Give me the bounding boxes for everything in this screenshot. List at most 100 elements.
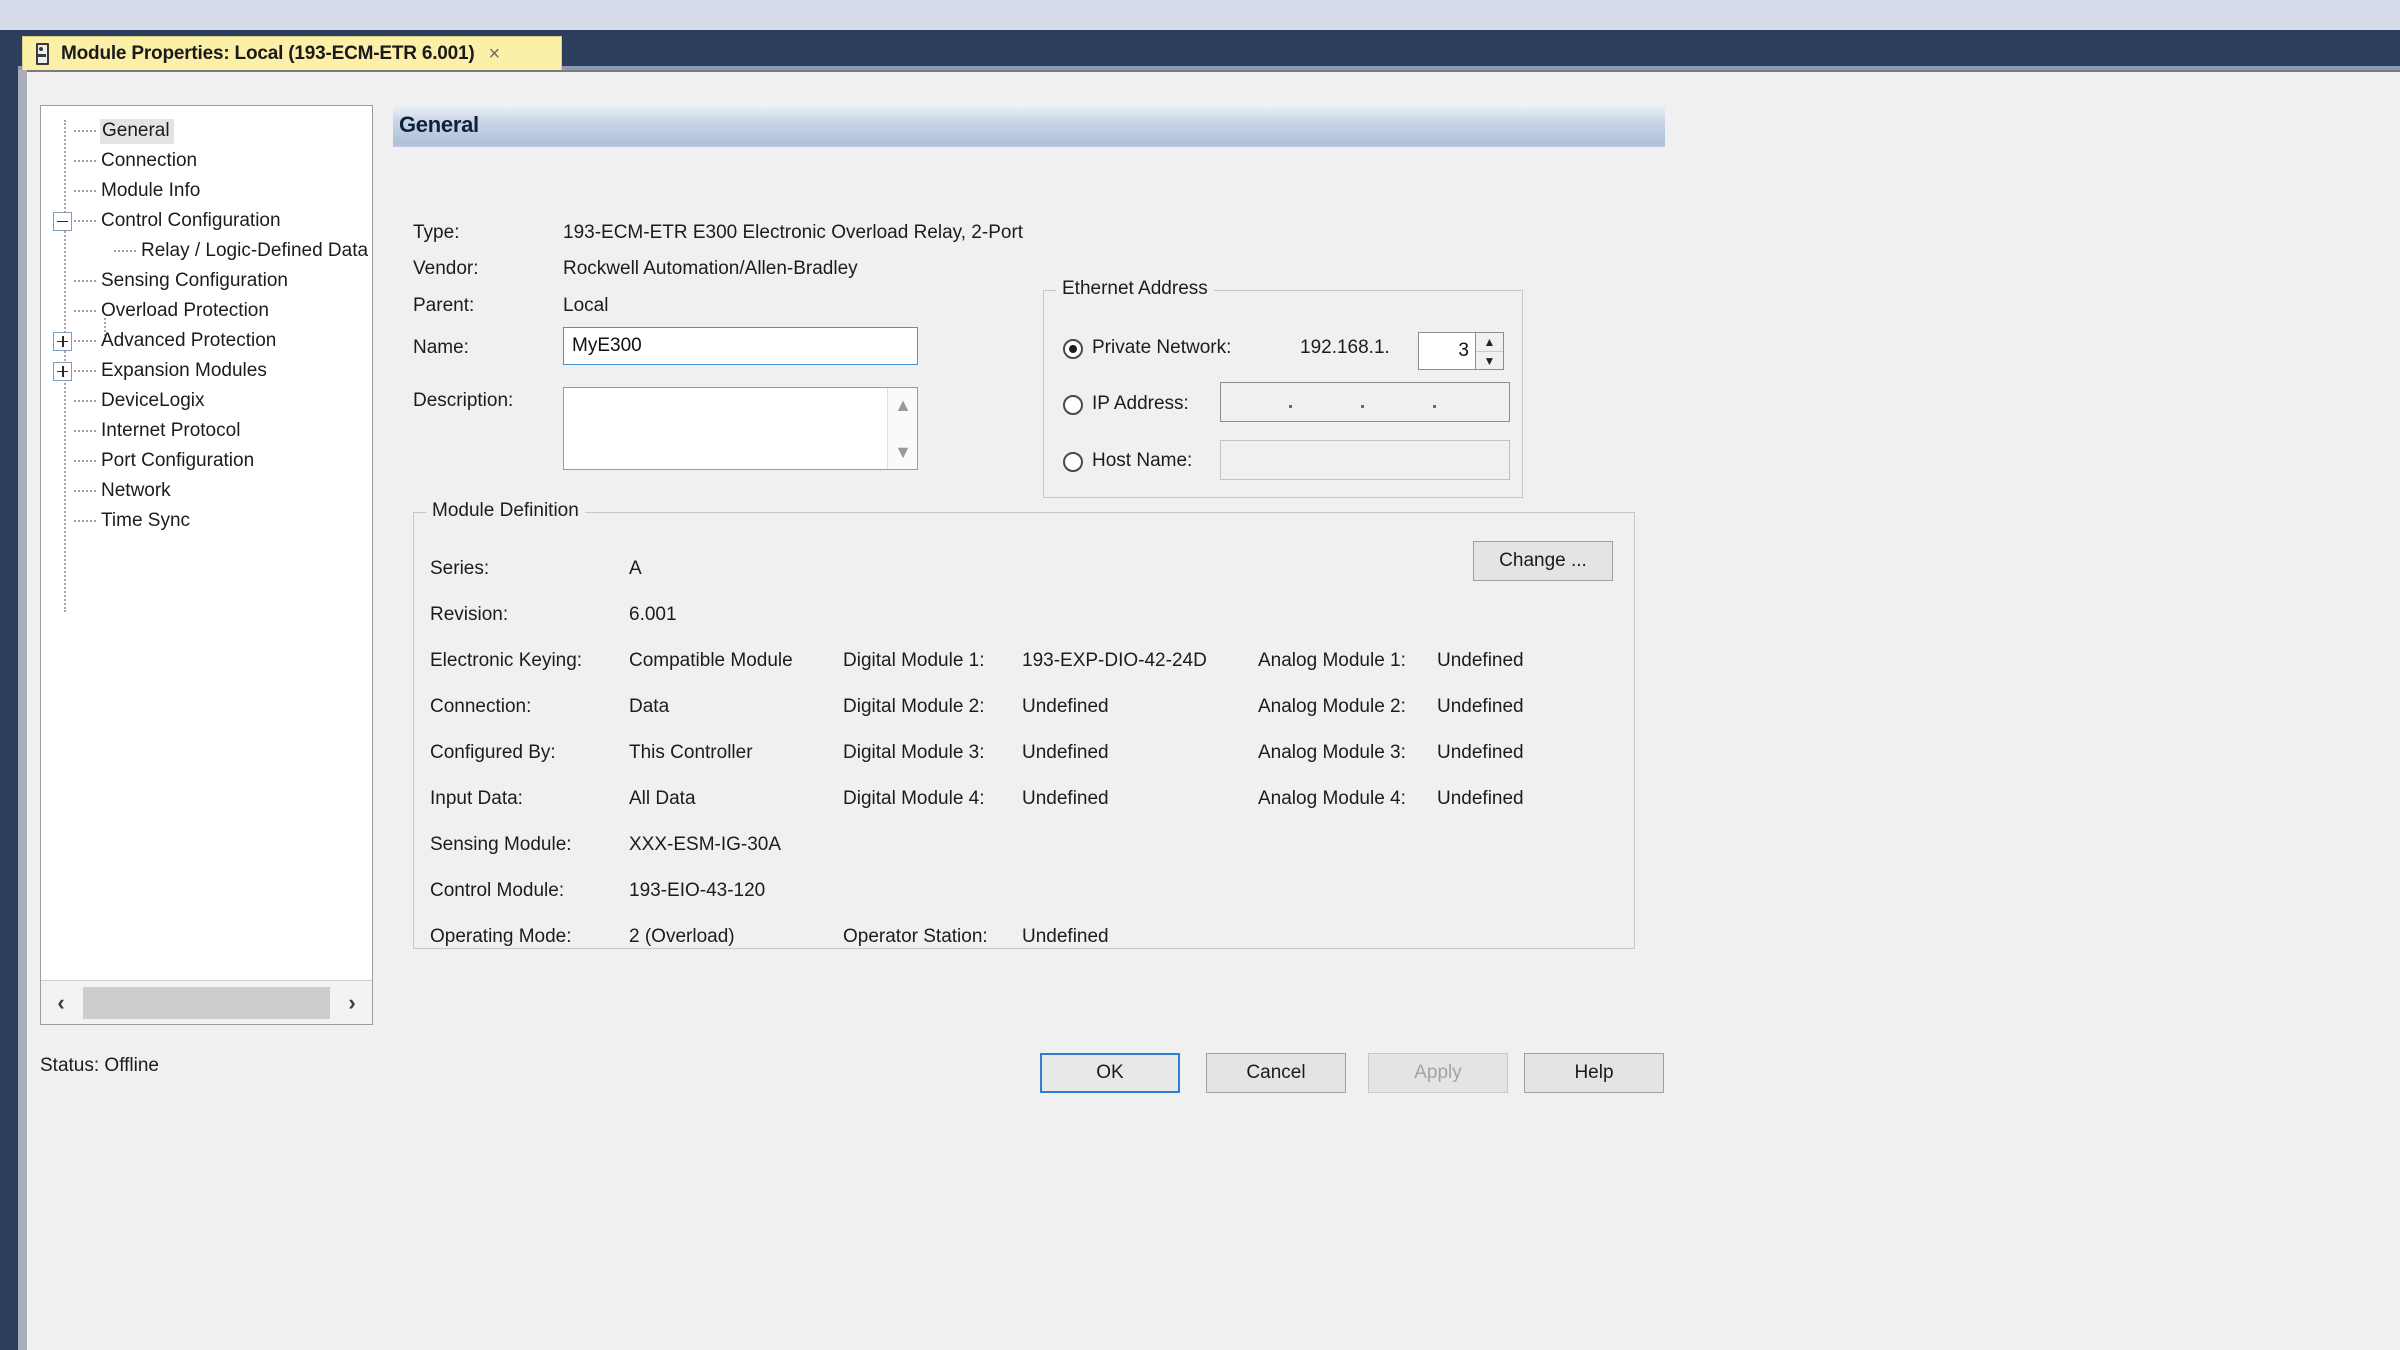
tree-item-module-info[interactable]: Module Info bbox=[41, 176, 372, 206]
tree-item-port-configuration[interactable]: Port Configuration bbox=[41, 446, 372, 476]
moddef-value-col1-6: XXX-ESM-IG-30A bbox=[629, 834, 782, 855]
expand-icon[interactable] bbox=[53, 361, 72, 381]
radio-private-network[interactable] bbox=[1063, 339, 1083, 359]
tree-item-label: Port Configuration bbox=[101, 450, 255, 471]
moddef-value-col2-0: 193-EXP-DIO-42-24D bbox=[1022, 650, 1207, 671]
expand-icon[interactable] bbox=[53, 331, 72, 351]
moddef-value-col1-5: All Data bbox=[629, 788, 696, 809]
name-input-value: MyE300 bbox=[572, 335, 642, 356]
moddef-label-col1-4: Configured By: bbox=[430, 742, 556, 763]
tree-item-label: DeviceLogix bbox=[101, 390, 205, 411]
navigation-tree[interactable]: General Connection Module Info Control Conf… bbox=[40, 105, 373, 1025]
moddef-label-col1-7: Control Module: bbox=[430, 880, 565, 901]
moddef-value-col1-0: A bbox=[629, 558, 642, 579]
parent-label: Parent: bbox=[413, 295, 475, 316]
octet-spinner[interactable]: ▲ ▼ bbox=[1476, 332, 1504, 370]
cancel-button[interactable]: Cancel bbox=[1206, 1053, 1346, 1093]
spinner-up-icon[interactable]: ▲ bbox=[1476, 333, 1503, 352]
tree-toggle-spacer bbox=[53, 512, 74, 531]
tree-viewport: General Connection Module Info Control Conf… bbox=[41, 106, 372, 978]
tree-toggle-spacer bbox=[53, 422, 74, 441]
scroll-right-icon[interactable]: › bbox=[332, 981, 372, 1024]
tree-item-devicelogix[interactable]: DeviceLogix bbox=[41, 386, 372, 416]
close-icon[interactable]: × bbox=[489, 44, 501, 64]
moddef-value-col1-8: 2 (Overload) bbox=[629, 926, 735, 947]
spinner-down-icon[interactable]: ▼ bbox=[1476, 352, 1503, 370]
description-label: Description: bbox=[413, 390, 514, 411]
scroll-left-icon[interactable]: ‹ bbox=[41, 981, 81, 1024]
tree-item-connection[interactable]: Connection bbox=[41, 146, 372, 176]
tree-item-relay-logic-defined-data[interactable]: Relay / Logic-Defined Data bbox=[41, 236, 372, 266]
tree-item-network[interactable]: Network bbox=[41, 476, 372, 506]
vendor-value: Rockwell Automation/Allen-Bradley bbox=[563, 258, 858, 279]
moddef-label-col1-2: Electronic Keying: bbox=[430, 650, 583, 671]
tree-item-label: Overload Protection bbox=[101, 300, 269, 321]
host-name-label: Host Name: bbox=[1092, 450, 1193, 471]
moddef-value-col3-3: Undefined bbox=[1437, 788, 1524, 809]
tree-horizontal-scrollbar[interactable]: ‹ › bbox=[41, 980, 372, 1024]
tree-item-control-configuration[interactable]: Control Configuration bbox=[41, 206, 372, 236]
ok-button[interactable]: OK bbox=[1040, 1053, 1180, 1093]
ip-address-label: IP Address: bbox=[1092, 393, 1189, 414]
document-tab[interactable]: Module Properties: Local (193-ECM-ETR 6.… bbox=[22, 36, 562, 70]
moddef-label-col2-1: Digital Module 2: bbox=[843, 696, 985, 717]
moddef-value-col1-7: 193-EIO-43-120 bbox=[629, 880, 766, 901]
tree-item-overload-protection[interactable]: Overload Protection bbox=[41, 296, 372, 326]
help-button[interactable]: Help bbox=[1524, 1053, 1664, 1093]
chevron-down-icon[interactable]: ▼ bbox=[888, 439, 918, 465]
moddef-value-col3-0: Undefined bbox=[1437, 650, 1524, 671]
module-definition-group: Module Definition bbox=[413, 500, 1635, 949]
tree-item-internet-protocol[interactable]: Internet Protocol bbox=[41, 416, 372, 446]
ethernet-group-title: Ethernet Address bbox=[1056, 278, 1214, 300]
change-button[interactable]: Change ... bbox=[1473, 541, 1613, 581]
tree-item-label: Expansion Modules bbox=[101, 360, 267, 381]
ip-address-input[interactable] bbox=[1220, 382, 1510, 422]
moddef-value-col2-2: Undefined bbox=[1022, 742, 1109, 763]
tree-item-label: General bbox=[100, 118, 174, 144]
name-input[interactable]: MyE300 bbox=[563, 327, 918, 365]
tree-list: General Connection Module Info Control Conf… bbox=[41, 106, 372, 536]
tree-toggle-spacer bbox=[53, 152, 74, 171]
moddef-value-col3-1: Undefined bbox=[1437, 696, 1524, 717]
tree-item-label: Advanced Protection bbox=[101, 330, 277, 351]
moddef-label-col2-0: Digital Module 1: bbox=[843, 650, 985, 671]
tree-item-time-sync[interactable]: Time Sync bbox=[41, 506, 372, 536]
apply-button: Apply bbox=[1368, 1053, 1508, 1093]
tree-item-label: Relay / Logic-Defined Data bbox=[141, 240, 369, 261]
radio-ip-address[interactable] bbox=[1063, 395, 1083, 415]
tree-toggle-spacer bbox=[53, 122, 74, 141]
collapse-icon[interactable] bbox=[53, 211, 72, 231]
description-textarea[interactable]: ▲ ▼ bbox=[563, 387, 918, 470]
description-scrollbar[interactable]: ▲ ▼ bbox=[887, 388, 917, 469]
tree-item-expansion-modules[interactable]: Expansion Modules bbox=[41, 356, 372, 386]
moddef-label-col3-3: Analog Module 4: bbox=[1258, 788, 1406, 809]
tree-connector bbox=[74, 490, 96, 492]
moddef-label-col1-3: Connection: bbox=[430, 696, 532, 717]
scrollbar-thumb[interactable] bbox=[83, 986, 330, 1019]
moddef-value-col3-2: Undefined bbox=[1437, 742, 1524, 763]
private-network-octet-input[interactable]: 3 bbox=[1418, 332, 1476, 370]
moddef-label-col1-5: Input Data: bbox=[430, 788, 523, 809]
tree-item-advanced-protection[interactable]: Advanced Protection bbox=[41, 326, 372, 356]
app-window: Module Properties: Local (193-ECM-ETR 6.… bbox=[0, 0, 2400, 1350]
private-network-octet-value: 3 bbox=[1458, 340, 1469, 361]
tree-connector bbox=[74, 220, 96, 222]
window-left-rail-inner bbox=[18, 70, 27, 1350]
moddef-value-col2-3: Undefined bbox=[1022, 788, 1109, 809]
moddef-label-col3-0: Analog Module 1: bbox=[1258, 650, 1406, 671]
moddef-value-col1-3: Data bbox=[629, 696, 670, 717]
moddef-value-col1-2: Compatible Module bbox=[629, 650, 793, 671]
tree-connector bbox=[74, 190, 96, 192]
tree-item-general[interactable]: General bbox=[41, 116, 372, 146]
radio-host-name[interactable] bbox=[1063, 452, 1083, 472]
tab-title: Module Properties: Local (193-ECM-ETR 6.… bbox=[61, 42, 475, 64]
tree-item-label: Control Configuration bbox=[101, 210, 281, 231]
tree-toggle-spacer bbox=[53, 392, 74, 411]
tree-connector bbox=[74, 520, 96, 522]
tree-connector bbox=[74, 130, 96, 132]
moddef-value-col1-1: 6.001 bbox=[629, 604, 677, 625]
chevron-up-icon[interactable]: ▲ bbox=[888, 392, 918, 418]
vendor-label: Vendor: bbox=[413, 258, 479, 279]
host-name-input[interactable] bbox=[1220, 440, 1510, 480]
tree-item-sensing-configuration[interactable]: Sensing Configuration bbox=[41, 266, 372, 296]
